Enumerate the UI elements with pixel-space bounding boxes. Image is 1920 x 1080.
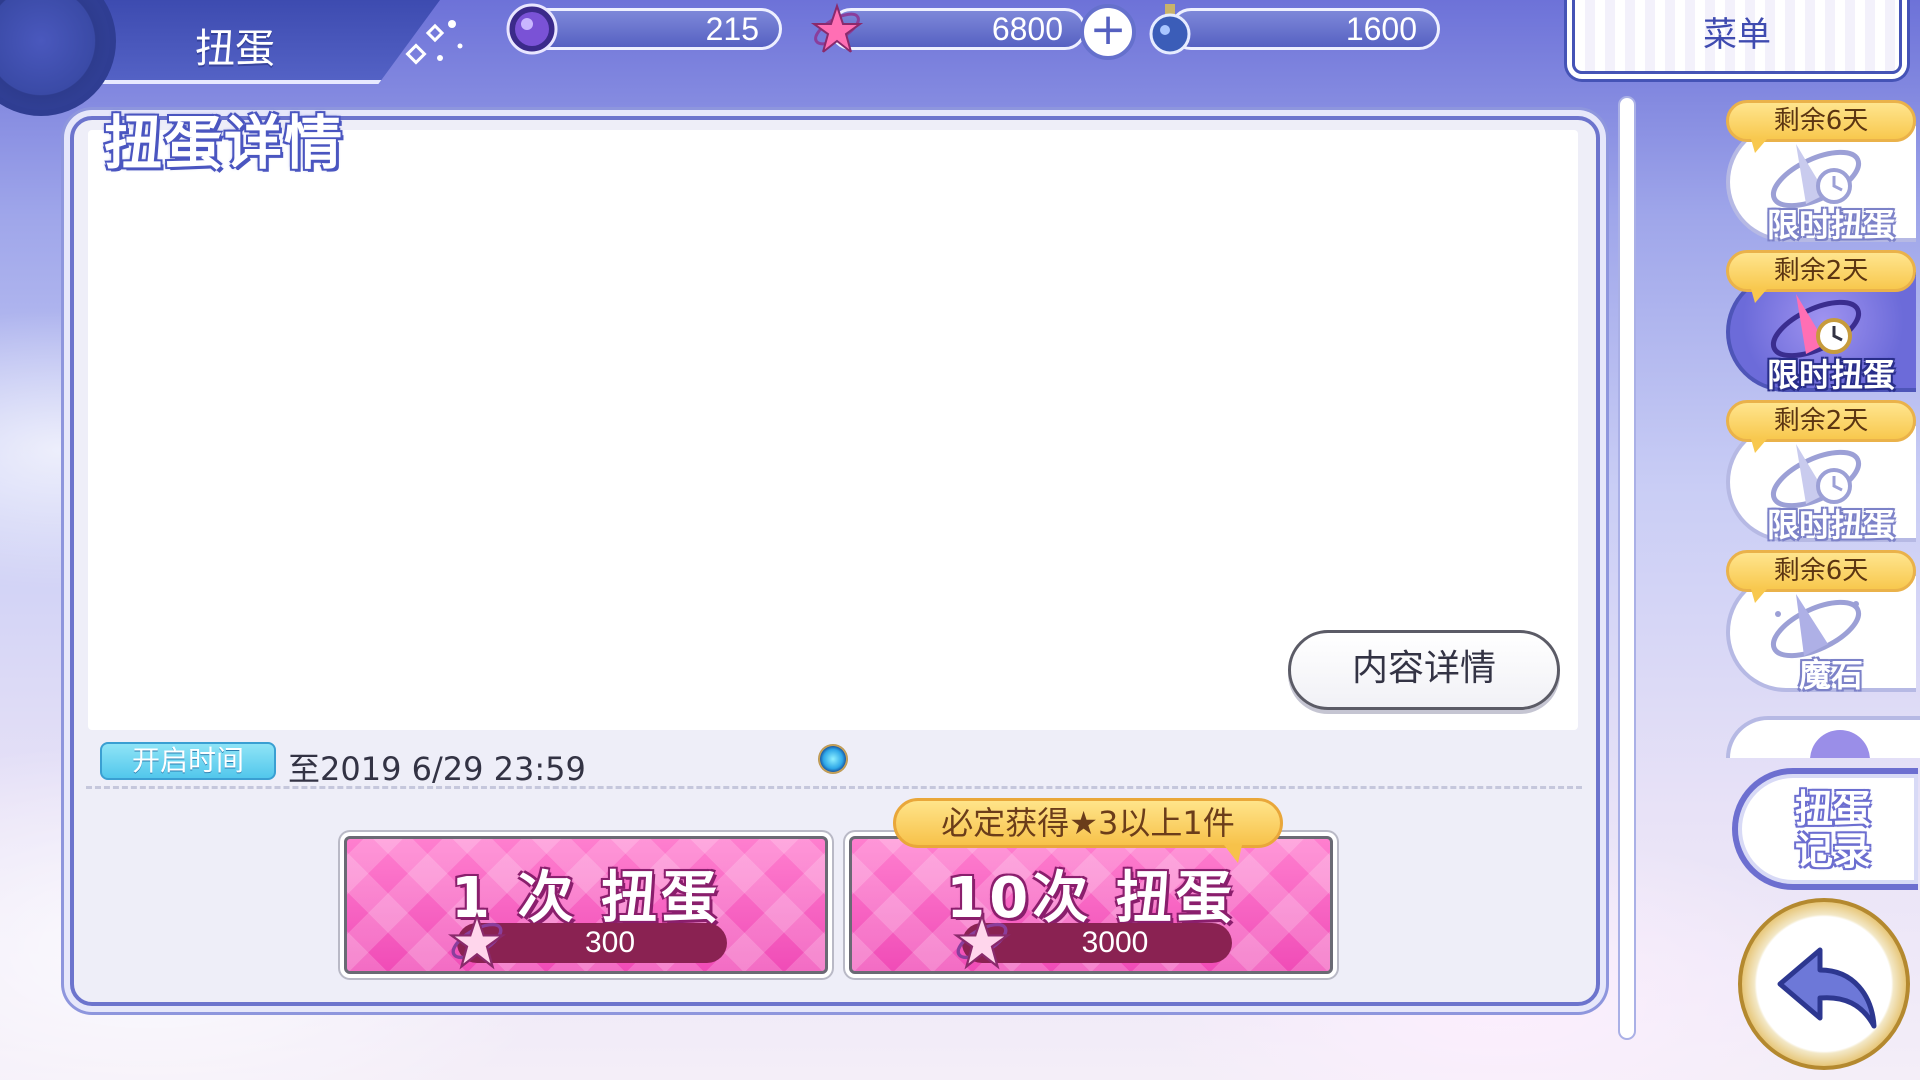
single-pull-button[interactable]: 1 次 扭蛋 300	[344, 836, 828, 974]
jewel-counter: 6800	[830, 8, 1086, 50]
page-indicator-dot[interactable]	[818, 744, 848, 774]
purple-orb-icon	[506, 3, 558, 55]
menu-button[interactable]: 菜单	[1572, 0, 1902, 74]
open-time-label: 开启时间	[100, 742, 276, 780]
guarantee-banner: 必定获得★3以上1件	[893, 798, 1283, 863]
days-remaining-badge: 剩余2天	[1726, 400, 1916, 453]
potion-count: 1600	[1345, 11, 1417, 47]
content-details-button[interactable]: 内容详情	[1288, 630, 1560, 710]
days-remaining-badge: 剩余2天	[1726, 250, 1916, 303]
scrollbar[interactable]	[1618, 96, 1636, 1040]
ten-pull-button[interactable]: 10次 扭蛋 3000	[849, 836, 1333, 974]
star-jewel-icon	[447, 911, 507, 970]
tab-limited-gacha-2[interactable]: 剩余2天 限时扭蛋	[1726, 250, 1916, 400]
back-arrow-icon	[1777, 947, 1877, 1029]
gacha-history-button[interactable]: 扭蛋 记录	[1732, 768, 1918, 890]
ten-pull-label: 10次 扭蛋	[946, 866, 1236, 931]
tab-label: 魔石	[1798, 656, 1863, 694]
star-jewel-icon	[810, 2, 864, 55]
back-button[interactable]	[1738, 898, 1910, 1070]
tab-limited-gacha-1[interactable]: 剩余6天 限时扭蛋	[1726, 100, 1916, 250]
panel-title: 扭蛋详情	[104, 109, 345, 177]
open-time-value: 至2019 6/29 23:59	[288, 750, 586, 788]
days-remaining-badge: 剩余6天	[1726, 550, 1916, 603]
tab-limited-gacha-3[interactable]: 剩余2天 限时扭蛋	[1726, 400, 1916, 550]
potion-counter: 1600	[1170, 8, 1440, 50]
potion-bottle-icon	[1149, 4, 1191, 55]
tab-label: 限时扭蛋	[1766, 356, 1895, 394]
star-jewel-icon	[952, 911, 1012, 970]
tab-partial-next[interactable]	[1726, 716, 1920, 758]
tab-label: 限时扭蛋	[1766, 206, 1895, 244]
days-remaining-badge: 剩余6天	[1726, 100, 1916, 153]
jewel-count: 6800	[991, 11, 1063, 47]
history-label: 扭蛋 记录	[1794, 787, 1871, 873]
gem-count: 215	[705, 11, 759, 47]
add-jewel-button[interactable]: +	[1080, 4, 1136, 60]
gear-emblem-icon	[0, 0, 116, 116]
tab-magic-stone[interactable]: 剩余6天 魔石	[1726, 550, 1916, 700]
gem-counter: 215	[520, 8, 782, 50]
page-title: 扭蛋	[195, 26, 275, 72]
divider	[86, 786, 1582, 789]
sparkle-icon	[405, 20, 463, 65]
tab-label: 限时扭蛋	[1766, 506, 1895, 544]
single-pull-label: 1 次 扭蛋	[451, 866, 721, 931]
